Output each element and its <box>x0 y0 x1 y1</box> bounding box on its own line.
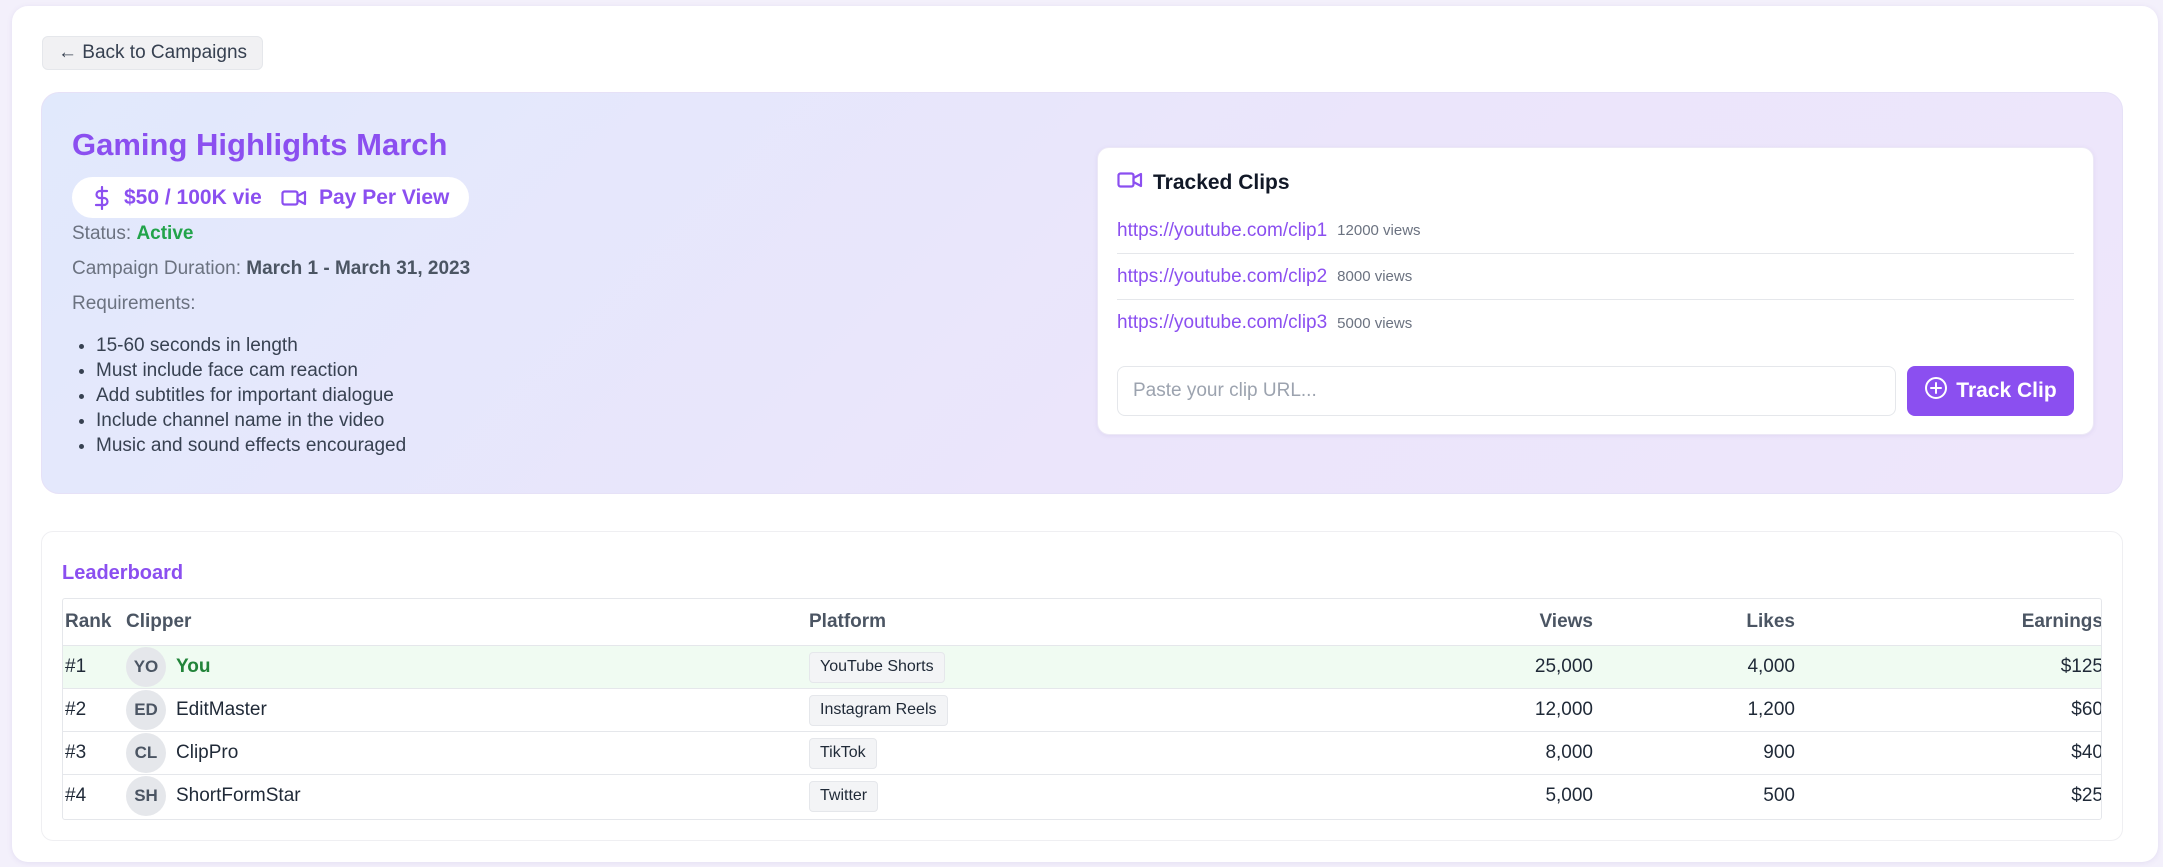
video-camera-icon <box>281 188 307 208</box>
video-camera-icon <box>1117 170 1143 196</box>
campaign-title: Gaming Highlights March <box>72 127 448 162</box>
tracked-clips-title: Tracked Clips <box>1153 171 1290 194</box>
clip-row: https://youtube.com/clip2 8000 views <box>1117 254 2074 300</box>
views-cell: 12,000 <box>1534 699 1593 720</box>
requirement-item: Add subtitles for important dialogue <box>78 383 406 408</box>
page-container: ← Back to Campaigns Gaming Highlights Ma… <box>12 6 2158 862</box>
requirements-label: Requirements: <box>72 293 196 314</box>
tracked-clips-card: Tracked Clips https://youtube.com/clip1 … <box>1097 147 2094 435</box>
payment-model-badge: Pay Per View <box>261 177 470 218</box>
platform-cell: Instagram Reels <box>809 689 948 731</box>
requirement-item: 15-60 seconds in length <box>78 333 406 358</box>
earnings-cell: $60 <box>2071 699 2102 720</box>
clipper-cell: CL ClipPro <box>126 732 238 774</box>
column-header-rank[interactable]: Rank <box>65 599 111 645</box>
clip-link[interactable]: https://youtube.com/clip3 <box>1117 312 1327 334</box>
earnings-cell: $25 <box>2071 785 2102 806</box>
likes-cell: 500 <box>1763 785 1795 806</box>
clip-views: 8000 views <box>1337 268 1413 285</box>
table-row[interactable]: #2 ED EditMaster Instagram Reels 12,000 … <box>63 688 2102 731</box>
clip-views: 12000 views <box>1337 222 1421 239</box>
platform-cell: YouTube Shorts <box>809 646 945 688</box>
rank-cell: #1 <box>65 656 87 677</box>
column-header-platform[interactable]: Platform <box>809 599 886 645</box>
table-row[interactable]: #3 CL ClipPro TikTok 8,000 900 $40 <box>63 731 2102 774</box>
column-header-likes[interactable]: Likes <box>1663 599 1795 645</box>
track-clip-label: Track Clip <box>1956 379 2057 402</box>
requirements-list: 15-60 seconds in length Must include fac… <box>78 333 407 458</box>
leaderboard-card: Leaderboard Rank Clipper Platform Views … <box>41 531 2123 841</box>
requirement-item: Must include face cam reaction <box>78 358 406 383</box>
requirement-item: Include channel name in the video <box>78 408 406 433</box>
rank-cell: #3 <box>65 742 87 763</box>
likes-cell: 900 <box>1763 742 1795 763</box>
clip-row: https://youtube.com/clip1 12000 views <box>1117 208 2074 254</box>
platform-cell: Twitter <box>809 775 879 817</box>
likes-cell: 4,000 <box>1747 656 1795 677</box>
column-header-views[interactable]: Views <box>1463 599 1593 645</box>
earnings-cell: $125 <box>2060 656 2102 677</box>
avatar: CL <box>126 733 166 773</box>
track-clip-button[interactable]: Track Clip <box>1907 366 2074 416</box>
views-cell: 5,000 <box>1545 785 1593 806</box>
views-cell: 8,000 <box>1545 742 1593 763</box>
clipper-name: ShortFormStar <box>176 785 301 806</box>
column-header-earnings[interactable]: Earnings <box>1913 599 2101 645</box>
clipper-cell: SH ShortFormStar <box>126 775 301 817</box>
rank-cell: #2 <box>65 699 87 720</box>
table-row[interactable]: #4 SH ShortFormStar Twitter 5,000 500 $2… <box>63 774 2102 817</box>
clip-link[interactable]: https://youtube.com/clip1 <box>1117 220 1327 242</box>
status-label: Status: <box>72 223 132 244</box>
views-cell: 25,000 <box>1534 656 1593 677</box>
platform-badge: Twitter <box>809 780 879 812</box>
campaign-header-panel: Gaming Highlights March $50 / 100K views… <box>41 92 2123 494</box>
clipper-name: You <box>176 656 211 677</box>
earnings-cell: $40 <box>2071 742 2102 763</box>
platform-badge: YouTube Shorts <box>809 651 945 683</box>
back-to-campaigns-button[interactable]: ← Back to Campaigns <box>42 36 264 70</box>
leaderboard-title: Leaderboard <box>62 562 184 584</box>
platform-badge: TikTok <box>809 737 877 769</box>
platform-cell: TikTok <box>809 732 877 774</box>
clip-link[interactable]: https://youtube.com/clip2 <box>1117 266 1327 288</box>
duration-value: March 1 - March 31, 2023 <box>246 258 471 279</box>
status-line: Status: Active <box>72 223 193 245</box>
rank-cell: #4 <box>65 785 87 806</box>
leaderboard-table: Rank Clipper Platform Views Likes Earnin… <box>62 598 2102 820</box>
likes-cell: 1,200 <box>1747 699 1795 720</box>
duration-label: Campaign Duration: <box>72 258 241 279</box>
clipper-name: EditMaster <box>176 699 267 720</box>
clip-url-input[interactable] <box>1117 366 1896 416</box>
platform-badge: Instagram Reels <box>809 694 948 726</box>
requirement-item: Music and sound effects encouraged <box>78 435 407 456</box>
avatar: ED <box>126 690 166 730</box>
tracked-clips-header: Tracked Clips <box>1117 170 1290 196</box>
clip-views: 5000 views <box>1337 314 1413 332</box>
duration-line: Campaign Duration: March 1 - March 31, 2… <box>72 258 470 280</box>
table-header-row: Rank Clipper Platform Views Likes Earnin… <box>63 599 2101 645</box>
clipper-cell: ED EditMaster <box>126 689 267 731</box>
avatar: SH <box>126 776 166 816</box>
dollar-icon <box>92 185 112 210</box>
status-badge: Active <box>136 223 194 244</box>
clip-row: https://youtube.com/clip3 5000 views <box>1117 300 2074 346</box>
payment-model-text: Pay Per View <box>319 185 450 209</box>
table-row[interactable]: #1 YO You YouTube Shorts 25,000 4,000 $1… <box>63 645 2102 688</box>
avatar: YO <box>126 647 166 687</box>
column-header-clipper[interactable]: Clipper <box>126 599 191 645</box>
plus-circle-icon <box>1924 376 1948 406</box>
clipper-cell: YO You <box>126 646 210 688</box>
clipper-name: ClipPro <box>176 742 239 763</box>
